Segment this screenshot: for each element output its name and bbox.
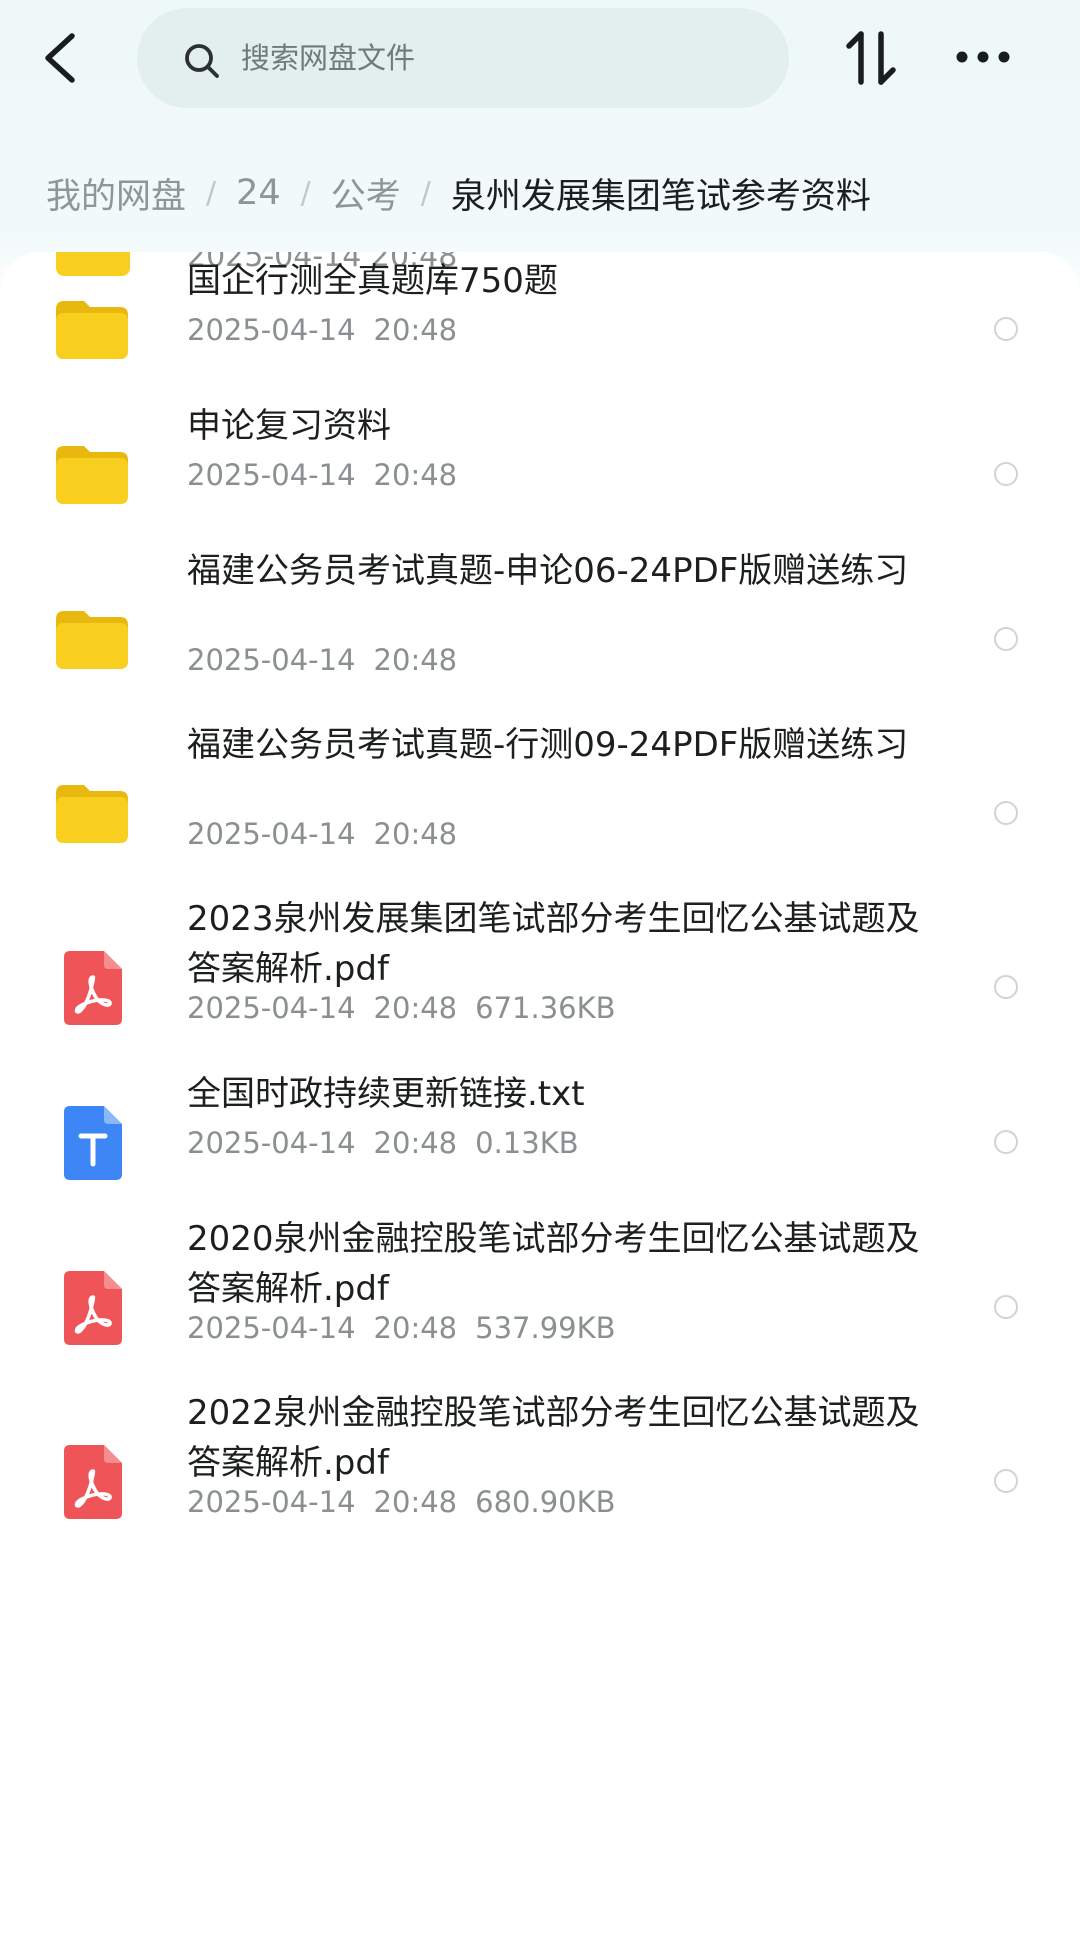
search-bar[interactable]: 搜索网盘文件: [137, 8, 789, 108]
more-button[interactable]: [955, 44, 1011, 70]
file-name: 福建公务员考试真题-行测09-24PDF版赠送练习: [187, 725, 909, 765]
file-name: 2020泉州金融控股笔试部分考生回忆公基试题及答案解析.pdf: [187, 1219, 920, 1309]
breadcrumb-separator: /: [300, 175, 311, 211]
file-date: 2025-04-14: [187, 458, 356, 492]
file-name: 全国时政持续更新链接.txt: [187, 1074, 585, 1114]
file-time: 20:48: [373, 1126, 458, 1160]
file-date: 2025-04-14: [187, 817, 356, 851]
file-row[interactable]: 申论复习资料 2025-04-14 20:48: [0, 406, 1080, 529]
file-time: 20:48: [373, 458, 458, 492]
folder-icon: [56, 252, 130, 276]
search-icon: [185, 44, 219, 78]
folder-icon: [56, 301, 128, 359]
file-date: 2025-04-14: [187, 1126, 356, 1160]
sort-button[interactable]: [845, 28, 897, 88]
breadcrumb-separator: /: [206, 175, 217, 211]
sort-icon: [846, 31, 896, 85]
file-name: 国企行测全真题库750题: [187, 261, 558, 301]
search-input[interactable]: 搜索网盘文件: [241, 38, 415, 78]
file-date: 2025-04-14: [187, 1311, 356, 1345]
breadcrumb-current: 泉州发展集团笔试参考资料: [450, 176, 871, 217]
file-type-icon: [52, 599, 132, 679]
pdf-file-icon: [64, 1271, 122, 1345]
file-meta: 2025-04-14 20:48: [187, 457, 457, 493]
folder-icon: [56, 446, 128, 504]
file-meta: 2025-04-14 20:48: [187, 312, 457, 348]
file-row[interactable]: 2023泉州发展集团笔试部分考生回忆公基试题及答案解析.pdf 2025-04-1…: [0, 899, 1080, 1062]
select-checkbox[interactable]: [994, 975, 1018, 999]
top-bar: 搜索网盘文件: [0, 0, 1080, 130]
file-time: 20:48: [373, 991, 458, 1025]
pdf-file-icon: [64, 951, 122, 1025]
file-list-card: 2025-04-14 20:48 国企行测全真题库750题 2025-04-14 2…: [0, 252, 1080, 1959]
file-row[interactable]: 福建公务员考试真题-行测09-24PDF版赠送练习 2025-04-14 20:48: [0, 725, 1080, 888]
file-row[interactable]: 2020泉州金融控股笔试部分考生回忆公基试题及答案解析.pdf 2025-04-1…: [0, 1219, 1080, 1382]
file-meta: 2025-04-14 20:48 671.36KB: [187, 990, 616, 1026]
file-name: 申论复习资料: [187, 406, 391, 446]
file-date: 2025-04-14: [187, 1485, 356, 1519]
file-time: 20:48: [373, 643, 458, 677]
select-checkbox[interactable]: [994, 1130, 1018, 1154]
breadcrumb-item[interactable]: 公考: [331, 168, 401, 219]
file-type-icon: [52, 289, 132, 369]
file-meta: 2025-04-14 20:48: [187, 816, 457, 852]
more-horizontal-icon: [956, 51, 1010, 63]
select-checkbox[interactable]: [994, 627, 1018, 651]
file-name: 福建公务员考试真题-申论06-24PDF版赠送练习: [187, 551, 909, 591]
file-date: 2025-04-14: [187, 313, 356, 347]
folder-icon: [56, 611, 128, 669]
file-meta: 2025-04-14 20:48 680.90KB: [187, 1484, 616, 1520]
file-browser-screen: 搜索网盘文件 我的网盘 / 24 / 公考 / 泉州发展集团笔试参考资料 202…: [0, 0, 1080, 1959]
file-row[interactable]: 2022泉州金融控股笔试部分考生回忆公基试题及答案解析.pdf 2025-04-1…: [0, 1393, 1080, 1556]
file-name: 2022泉州金融控股笔试部分考生回忆公基试题及答案解析.pdf: [187, 1393, 920, 1483]
file-meta: 2025-04-14 20:48 537.99KB: [187, 1310, 616, 1346]
breadcrumb: 我的网盘 / 24 / 公考 / 泉州发展集团笔试参考资料: [46, 168, 871, 218]
breadcrumb-separator: /: [420, 175, 431, 211]
file-size: 671.36KB: [475, 991, 616, 1025]
file-meta: 2025-04-14 20:48: [187, 642, 457, 678]
select-checkbox[interactable]: [994, 1295, 1018, 1319]
file-date: 2025-04-14: [187, 643, 356, 677]
select-checkbox[interactable]: [994, 462, 1018, 486]
file-time: 20:48: [373, 1311, 458, 1345]
file-row[interactable]: 国企行测全真题库750题 2025-04-14 20:48: [0, 261, 1080, 384]
chevron-left-icon: [45, 33, 75, 83]
breadcrumb-item[interactable]: 我的网盘: [46, 168, 186, 219]
file-type-icon: [52, 947, 132, 1027]
file-size: 0.13KB: [475, 1126, 579, 1160]
file-size: 537.99KB: [475, 1311, 616, 1345]
file-size: 680.90KB: [475, 1485, 616, 1519]
breadcrumb-item[interactable]: 24: [236, 173, 281, 213]
file-time: 20:48: [373, 313, 458, 347]
select-checkbox[interactable]: [994, 1469, 1018, 1493]
file-time: 20:48: [373, 817, 458, 851]
file-type-icon: [52, 773, 132, 853]
file-type-icon: [52, 1267, 132, 1347]
file-row[interactable]: 福建公务员考试真题-申论06-24PDF版赠送练习 2025-04-14 20:48: [0, 551, 1080, 714]
file-date: 2025-04-14: [187, 991, 356, 1025]
back-button[interactable]: [36, 28, 84, 88]
file-name: 2023泉州发展集团笔试部分考生回忆公基试题及答案解析.pdf: [187, 899, 920, 989]
pdf-file-icon: [64, 1445, 122, 1519]
file-row[interactable]: 全国时政持续更新链接.txt 2025-04-14 20:48 0.13KB: [0, 1074, 1080, 1197]
file-type-icon: [52, 1441, 132, 1521]
file-type-icon: [52, 1102, 132, 1182]
select-checkbox[interactable]: [994, 317, 1018, 341]
file-type-icon: [52, 434, 132, 514]
txt-file-icon: [64, 1106, 122, 1180]
file-time: 20:48: [373, 1485, 458, 1519]
folder-icon: [56, 785, 128, 843]
select-checkbox[interactable]: [994, 801, 1018, 825]
file-meta: 2025-04-14 20:48 0.13KB: [187, 1125, 579, 1161]
